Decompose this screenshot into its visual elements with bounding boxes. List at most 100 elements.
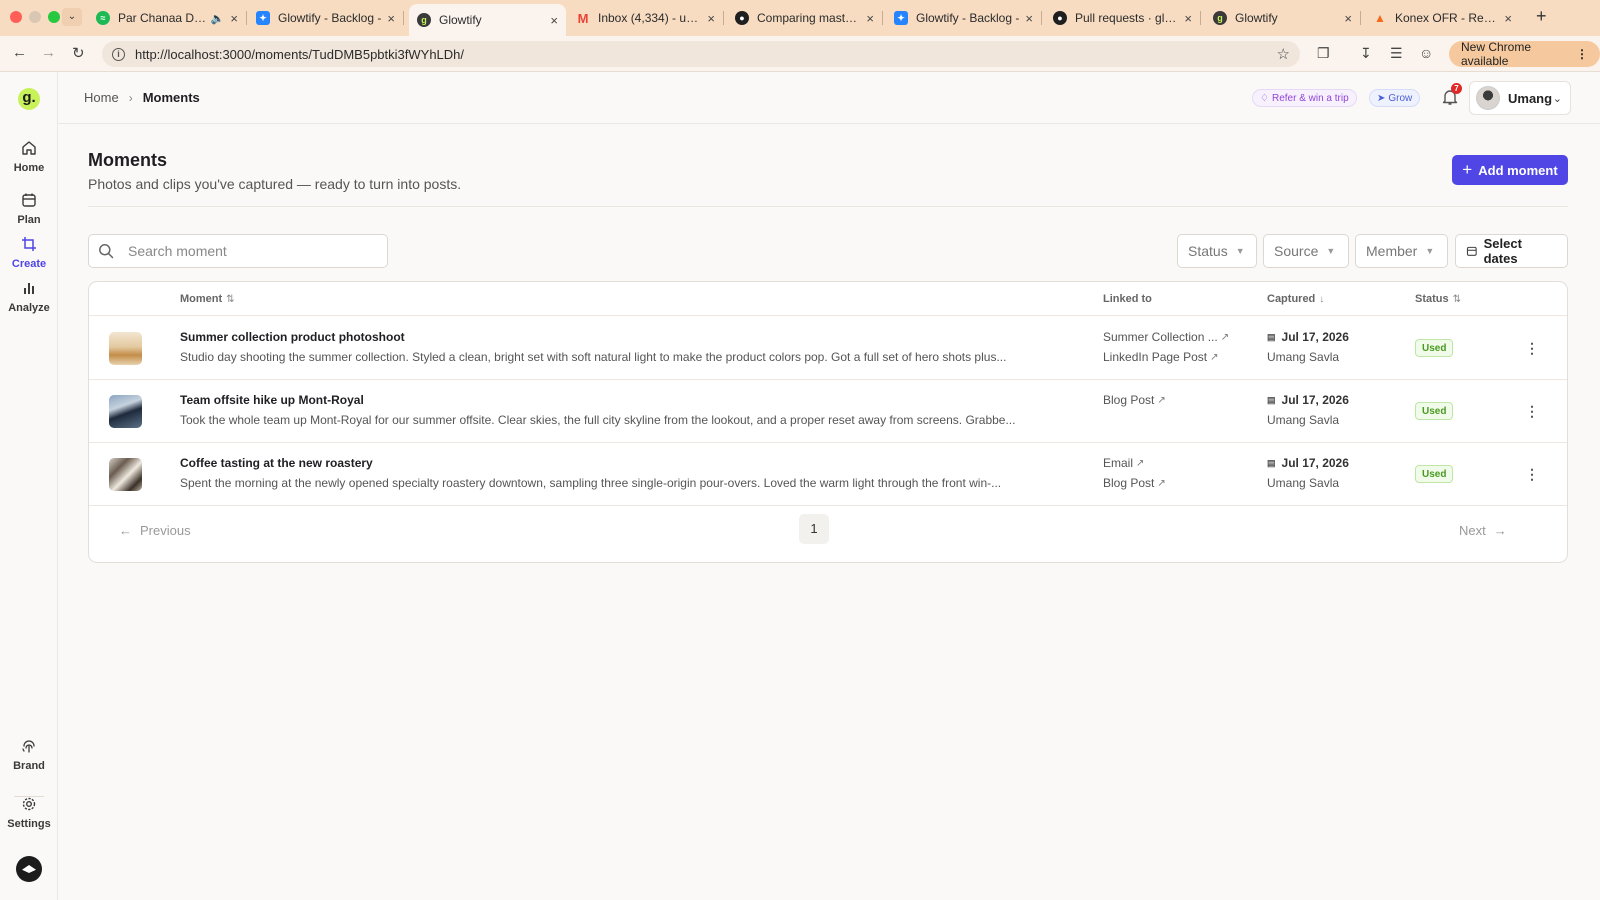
close-tab-icon[interactable]: × xyxy=(866,11,874,26)
speaker-icon[interactable]: 🔈 xyxy=(211,12,225,25)
new-tab-button[interactable]: + xyxy=(1536,6,1547,27)
grow-button[interactable]: ➤ Grow xyxy=(1369,89,1421,107)
linked-post-label: Blog Post xyxy=(1103,393,1155,407)
profile-icon[interactable]: ☺ xyxy=(1419,45,1433,61)
moments-table: Moment ⇅ Linked to Captured ↓ Status ⇅ S… xyxy=(88,281,1568,563)
page-title: Moments xyxy=(88,150,168,170)
chevron-down-icon: ▼ xyxy=(1326,246,1336,256)
sidebar-item-plan[interactable]: Plan xyxy=(0,192,58,226)
close-tab-icon[interactable]: × xyxy=(1344,11,1352,26)
chrome-update-button[interactable]: New Chrome available ⋮ xyxy=(1449,40,1600,68)
address-bar[interactable]: i http://localhost:3000/moments/TudDMB5p… xyxy=(102,41,1300,67)
table-row[interactable]: Coffee tasting at the new roastery Spent… xyxy=(89,442,1567,506)
moment-description: Studio day shooting the summer collectio… xyxy=(180,350,1007,364)
bookmark-star-icon[interactable]: ☆ xyxy=(1277,45,1290,63)
kebab-menu-icon: ⋮ xyxy=(1576,47,1588,61)
linked-post-link[interactable]: Blog Post ↗ xyxy=(1103,476,1166,490)
status-filter-dropdown[interactable]: Status ▼ xyxy=(1177,234,1257,268)
linked-post-link[interactable]: Email ↗ xyxy=(1103,456,1144,470)
gear-icon xyxy=(22,797,36,811)
close-tab-icon[interactable]: × xyxy=(550,13,558,28)
column-header-moment[interactable]: Moment ⇅ xyxy=(180,293,235,305)
app-sidebar: g. Home Plan Create Analyze Brand Settin… xyxy=(0,72,58,900)
calendar-icon: ▤ xyxy=(1267,394,1276,405)
breadcrumb: Home › Moments xyxy=(84,90,200,105)
sidebar-item-create[interactable]: Create xyxy=(0,236,58,270)
tab-search-button[interactable]: ⌄ xyxy=(62,8,82,26)
table-row[interactable]: Summer collection product photoshoot Stu… xyxy=(89,316,1567,380)
more-options-icon[interactable]: ⋮ xyxy=(1525,402,1539,420)
page-number-button[interactable]: 1 xyxy=(799,514,829,544)
maximize-window-button[interactable] xyxy=(48,11,60,23)
close-tab-icon[interactable]: × xyxy=(1184,11,1192,26)
date-range-button[interactable]: Select dates xyxy=(1455,234,1568,268)
source-filter-dropdown[interactable]: Source ▼ xyxy=(1263,234,1349,268)
sidebar-item-settings[interactable]: Settings xyxy=(0,796,58,830)
chevron-down-icon: ▼ xyxy=(1235,246,1245,256)
close-tab-icon[interactable]: × xyxy=(387,11,395,26)
more-options-icon[interactable]: ⋮ xyxy=(1525,339,1539,357)
chevron-down-icon: ▼ xyxy=(1425,246,1435,256)
browser-tab[interactable]: ✦ Glowtify - Backlog - × xyxy=(886,4,1042,32)
browser-tab[interactable]: g Glowtify × xyxy=(1205,4,1361,32)
sidebar-item-home[interactable]: Home xyxy=(0,140,58,174)
browser-tab[interactable]: ● Pull requests · glowti × xyxy=(1045,4,1201,32)
tab-title: Par Chanaa De (C xyxy=(118,11,207,25)
column-header-captured[interactable]: Captured ↓ xyxy=(1267,293,1324,305)
close-tab-icon[interactable]: × xyxy=(1504,11,1512,26)
reload-icon[interactable]: ↻ xyxy=(72,44,85,62)
close-tab-icon[interactable]: × xyxy=(707,11,715,26)
fingerprint-icon xyxy=(22,740,35,753)
linked-post-link[interactable]: LinkedIn Page Post ↗ xyxy=(1103,350,1218,364)
close-tab-icon[interactable]: × xyxy=(1025,11,1033,26)
captured-date-value: Jul 17, 2026 xyxy=(1281,456,1349,470)
member-filter-label: Member xyxy=(1366,243,1418,259)
back-icon[interactable]: ← xyxy=(12,44,27,61)
close-tab-icon[interactable]: × xyxy=(230,11,238,26)
arrow-left-icon: ← xyxy=(119,523,132,538)
download-icon[interactable]: ↧ xyxy=(1360,45,1372,62)
previous-page-button[interactable]: ← Previous xyxy=(119,523,191,538)
app-logo[interactable]: g. xyxy=(18,88,40,110)
breadcrumb-home-link[interactable]: Home xyxy=(84,90,119,105)
browser-tab[interactable]: ▲ Konex OFR - Remote × xyxy=(1365,4,1520,32)
column-header-label: Status xyxy=(1415,293,1449,305)
browser-tab[interactable]: M Inbox (4,334) - uman × xyxy=(568,4,724,32)
sidebar-item-label: Home xyxy=(13,162,45,174)
add-moment-button[interactable]: + Add moment xyxy=(1452,155,1568,185)
forward-icon[interactable]: → xyxy=(41,44,56,61)
browser-tab[interactable]: ✦ Glowtify - Backlog - × xyxy=(248,4,404,32)
browser-toolbar: ← → ↻ i http://localhost:3000/moments/Tu… xyxy=(0,36,1600,72)
minimize-window-button[interactable] xyxy=(29,11,41,23)
table-row[interactable]: Team offsite hike up Mont-Royal Took the… xyxy=(89,379,1567,443)
status-badge: Used xyxy=(1415,402,1454,420)
browser-tab-active[interactable]: g Glowtify × xyxy=(409,4,566,36)
tab-title: Comparing master... xyxy=(757,11,861,25)
bar-chart-icon xyxy=(24,283,34,294)
chevron-down-icon: ⌄ xyxy=(1552,92,1562,105)
github-icon: ● xyxy=(735,11,749,25)
window-controls xyxy=(10,11,60,23)
browser-tab[interactable]: ≈ Par Chanaa De (C 🔈 × xyxy=(88,4,247,32)
search-input[interactable] xyxy=(128,235,378,267)
linked-post-link[interactable]: Summer Collection ... ↗ xyxy=(1103,330,1229,344)
tab-title: Pull requests · glowti xyxy=(1075,11,1179,25)
sidebar-item-brand[interactable]: Brand xyxy=(0,738,58,772)
extensions-icon[interactable]: ❐ xyxy=(1317,45,1330,62)
user-menu-button[interactable]: Umang ⌄ xyxy=(1469,81,1571,115)
next-page-button[interactable]: Next → xyxy=(1459,523,1507,538)
sidebar-item-analyze[interactable]: Analyze xyxy=(0,280,58,314)
jira-icon: ✦ xyxy=(256,11,270,25)
workspace-logo[interactable] xyxy=(16,856,42,882)
more-options-icon[interactable]: ⋮ xyxy=(1525,465,1539,483)
member-filter-dropdown[interactable]: Member ▼ xyxy=(1355,234,1448,268)
refer-button[interactable]: ♢ Refer & win a trip xyxy=(1252,89,1357,107)
media-controls-icon[interactable]: ☰ xyxy=(1390,45,1403,62)
linked-post-link[interactable]: Blog Post ↗ xyxy=(1103,393,1166,407)
captured-date-value: Jul 17, 2026 xyxy=(1281,330,1349,344)
column-header-status[interactable]: Status ⇅ xyxy=(1415,293,1461,305)
close-window-button[interactable] xyxy=(10,11,22,23)
browser-tab[interactable]: ● Comparing master... × xyxy=(727,4,883,32)
calendar-icon xyxy=(22,193,36,207)
site-info-icon[interactable]: i xyxy=(112,47,125,61)
